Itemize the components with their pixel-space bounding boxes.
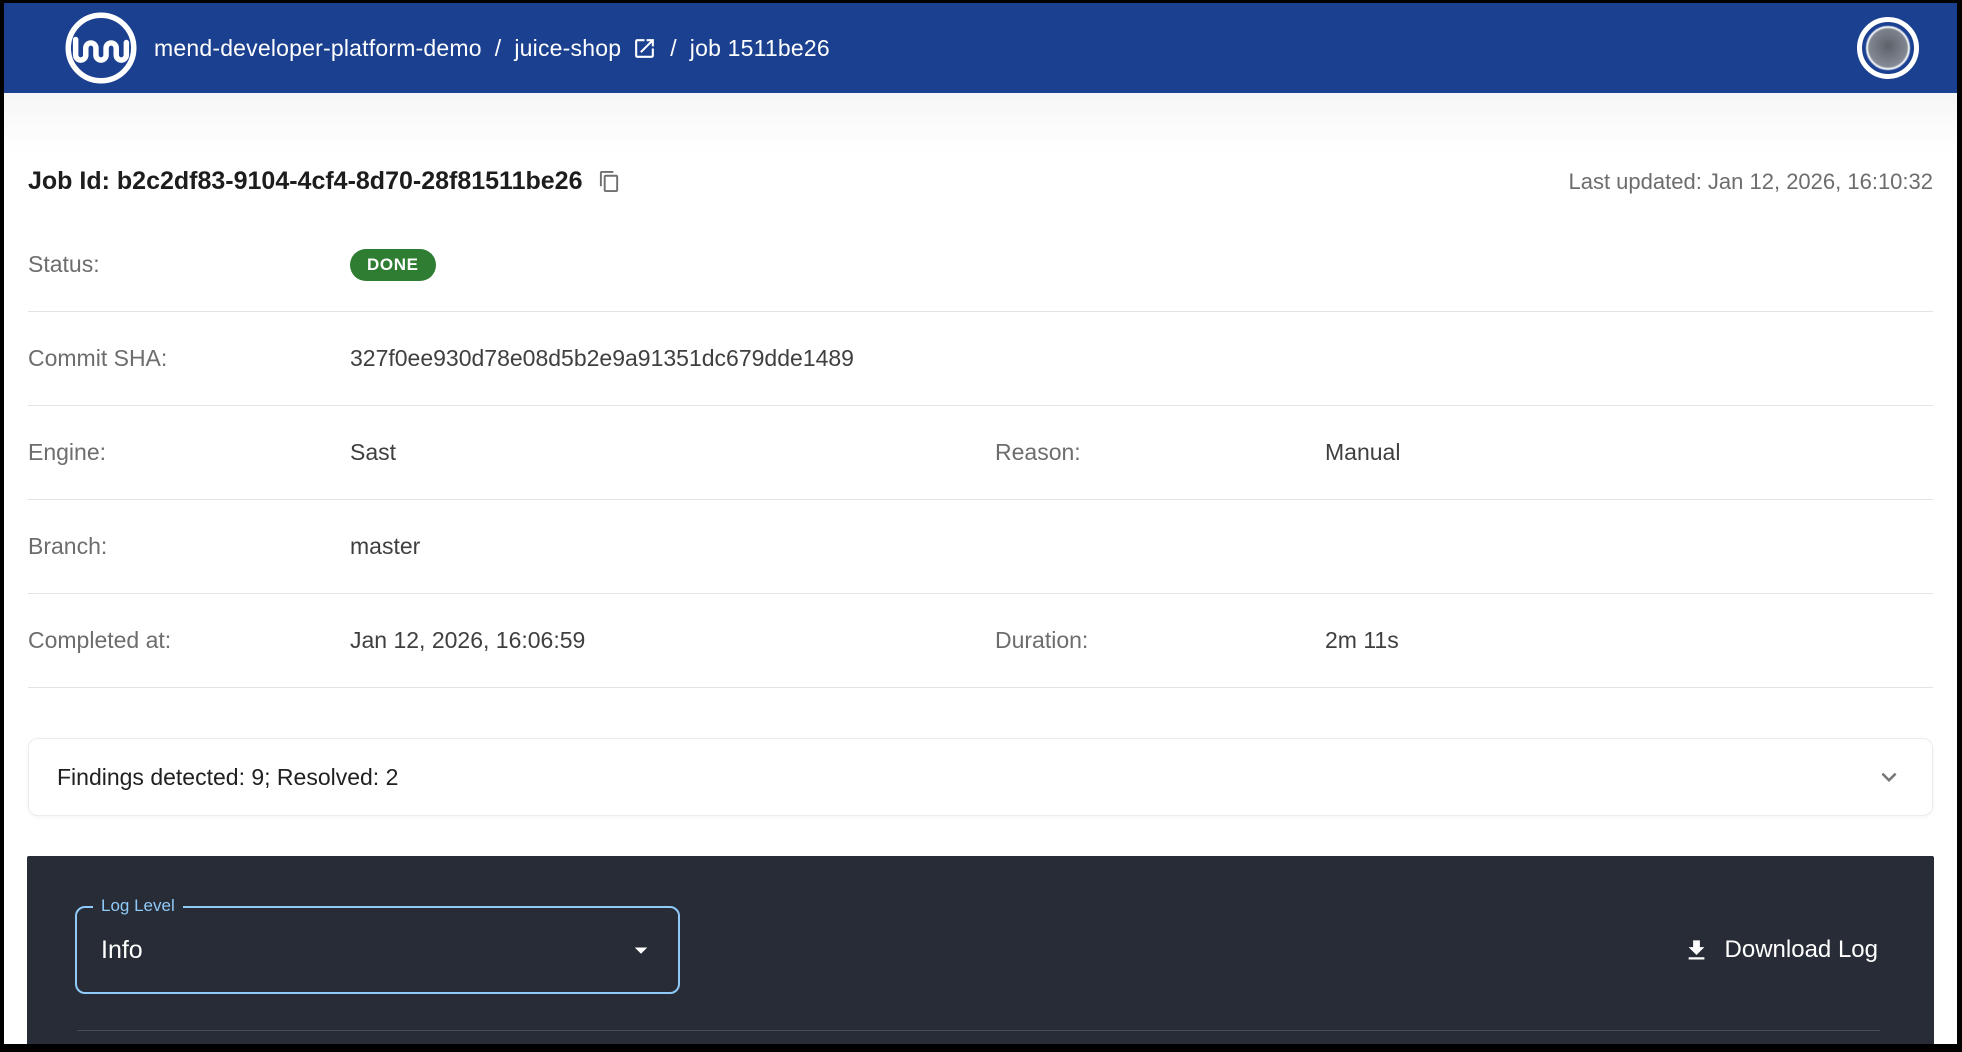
breadcrumb-job: job 1511be26 [690,35,830,62]
commit-sha-value: 327f0ee930d78e08d5b2e9a91351dc679dde1489 [350,345,995,372]
breadcrumb-separator: / [670,35,677,62]
job-details-page: Job Id: b2c2df83-9104-4cf4-8d70-28f81511… [4,93,1957,1052]
avatar[interactable] [1857,17,1919,79]
branch-label: Branch: [28,533,350,560]
branch-value: master [350,533,995,560]
breadcrumb-repo[interactable]: juice-shop [514,35,621,62]
log-panel-divider [77,1030,1880,1031]
avatar-image [1866,26,1910,70]
duration-label: Duration: [995,627,1325,654]
engine-row: Engine: Sast Reason: Manual [28,406,1933,500]
commit-sha-row: Commit SHA: 327f0ee930d78e08d5b2e9a91351… [28,312,1933,406]
copy-icon[interactable] [598,170,621,193]
screenshot-frame: mend-developer-platform-demo / juice-sho… [0,0,1962,1052]
log-toolbar: Log Level Info Download Log [27,856,1934,994]
job-id-label: Job Id: b2c2df83-9104-4cf4-8d70-28f81511… [28,167,582,196]
commit-sha-label: Commit SHA: [28,345,350,372]
job-id-value: b2c2df83-9104-4cf4-8d70-28f81511be26 [117,167,583,195]
findings-summary: Findings detected: 9; Resolved: 2 [57,764,398,791]
status-value: DONE [350,249,995,281]
download-log-button[interactable]: Download Log [1683,936,1878,964]
log-panel: Log Level Info Download Log [27,856,1934,1052]
engine-value: Sast [350,439,995,466]
download-log-label: Download Log [1725,936,1878,964]
branch-row: Branch: master [28,500,1933,594]
completed-at-label: Completed at: [28,627,350,654]
download-icon [1683,937,1710,964]
engine-label: Engine: [28,439,350,466]
reason-label: Reason: [995,439,1325,466]
dropdown-arrow-icon [626,935,656,965]
job-id: Job Id: b2c2df83-9104-4cf4-8d70-28f81511… [28,167,621,196]
log-level-select[interactable]: Log Level Info [75,906,680,994]
external-link-icon[interactable] [632,36,657,61]
app-header: mend-developer-platform-demo / juice-sho… [4,3,1957,93]
reason-value: Manual [1325,439,1933,466]
status-badge: DONE [350,249,436,281]
completed-at-row: Completed at: Jan 12, 2026, 16:06:59 Dur… [28,594,1933,688]
breadcrumb-org[interactable]: mend-developer-platform-demo [154,35,482,62]
log-level-label: Log Level [93,896,183,916]
last-updated: Last updated: Jan 12, 2026, 16:10:32 [1568,169,1933,195]
job-header-row: Job Id: b2c2df83-9104-4cf4-8d70-28f81511… [28,167,1933,196]
status-label: Status: [28,251,350,278]
breadcrumb-separator: / [495,35,502,62]
breadcrumb: mend-developer-platform-demo / juice-sho… [154,35,830,62]
duration-value: 2m 11s [1325,627,1933,654]
status-row: Status: DONE [28,218,1933,312]
job-fields: Status: DONE Commit SHA: 327f0ee930d78e0… [28,218,1933,688]
findings-accordion[interactable]: Findings detected: 9; Resolved: 2 [28,738,1933,816]
chevron-down-icon[interactable] [1874,762,1904,792]
completed-at-value: Jan 12, 2026, 16:06:59 [350,627,995,654]
log-level-value: Info [101,936,143,965]
mend-logo-icon[interactable] [62,9,140,87]
